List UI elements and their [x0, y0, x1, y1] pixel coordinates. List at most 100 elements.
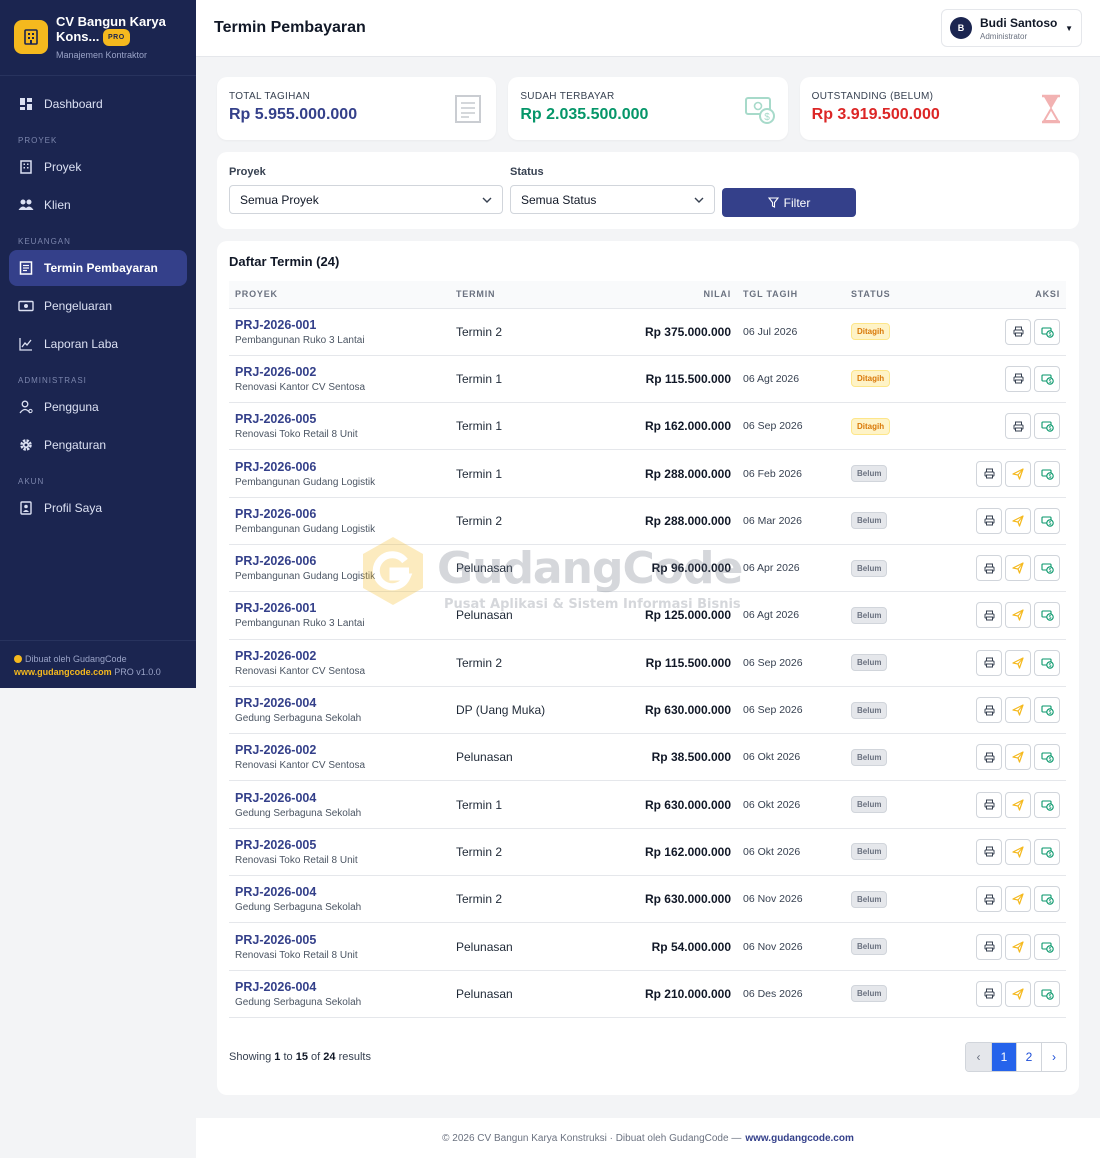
sidebar-item-proyek[interactable]: Proyek — [9, 149, 187, 185]
print-button[interactable] — [976, 933, 1002, 960]
print-button[interactable] — [976, 791, 1002, 818]
record-payment-button[interactable]: $ — [1034, 460, 1060, 487]
project-code-link[interactable]: PRJ-2026-004 — [235, 885, 456, 899]
send-invoice-button[interactable] — [1005, 697, 1031, 724]
record-payment-button[interactable]: $ — [1034, 791, 1060, 818]
record-payment-button[interactable]: $ — [1034, 365, 1060, 392]
cell-status: Ditagih — [851, 355, 951, 404]
sidebar-item-pengeluaran[interactable]: Pengeluaran — [9, 288, 187, 324]
cell-nilai: Rp 210.000.000 — [606, 970, 731, 1018]
print-button[interactable] — [1005, 365, 1031, 392]
sidebar-item-profil[interactable]: Profil Saya — [9, 490, 187, 526]
record-payment-button[interactable]: $ — [1034, 602, 1060, 629]
record-payment-button[interactable]: $ — [1034, 980, 1060, 1007]
print-button[interactable] — [976, 507, 1002, 534]
pagination-page-2[interactable]: 2 — [1016, 1042, 1041, 1071]
cell-proyek: PRJ-2026-004 Gedung Serbaguna Sekolah — [229, 970, 456, 1018]
footer-link[interactable]: www.gudangcode.com — [745, 1133, 854, 1144]
sidebar-item-pengguna[interactable]: Pengguna — [9, 389, 187, 425]
sidebar-item-laporan[interactable]: Laporan Laba — [9, 326, 187, 362]
record-payment-button[interactable]: $ — [1034, 933, 1060, 960]
record-payment-button[interactable]: $ — [1034, 318, 1060, 345]
project-code-link[interactable]: PRJ-2026-006 — [235, 460, 456, 474]
project-code-link[interactable]: PRJ-2026-001 — [235, 601, 456, 615]
record-payment-button[interactable]: $ — [1034, 744, 1060, 771]
table-title: Daftar Termin (24) — [229, 254, 340, 269]
sidebar-item-dashboard[interactable]: Dashboard — [9, 86, 187, 122]
print-button[interactable] — [976, 744, 1002, 771]
avatar: B — [950, 17, 972, 39]
project-code-link[interactable]: PRJ-2026-005 — [235, 412, 456, 426]
project-code-link[interactable]: PRJ-2026-004 — [235, 791, 456, 805]
brand[interactable]: CV Bangun Karya Kons... PRO Manajemen Ko… — [0, 0, 196, 76]
send-invoice-button[interactable] — [1005, 980, 1031, 1007]
site-link[interactable]: www.gudangcode.com — [14, 667, 112, 677]
project-name: Gedung Serbaguna Sekolah — [235, 713, 362, 725]
paper-plane-icon — [1012, 940, 1024, 953]
send-invoice-button[interactable] — [1005, 602, 1031, 629]
status-select[interactable]: Semua Status — [510, 185, 715, 214]
print-button[interactable] — [976, 460, 1002, 487]
record-payment-button[interactable]: $ — [1034, 507, 1060, 534]
sidebar-item-klien[interactable]: Klien — [9, 187, 187, 223]
project-code-link[interactable]: PRJ-2026-004 — [235, 696, 456, 710]
project-code-link[interactable]: PRJ-2026-004 — [235, 980, 456, 994]
send-invoice-button[interactable] — [1005, 744, 1031, 771]
pagination-next[interactable]: › — [1041, 1042, 1066, 1071]
proyek-select[interactable]: Semua Proyek — [229, 185, 503, 214]
record-payment-button[interactable]: $ — [1034, 838, 1060, 865]
record-payment-button[interactable]: $ — [1034, 555, 1060, 582]
project-code-link[interactable]: PRJ-2026-006 — [235, 554, 456, 568]
send-invoice-button[interactable] — [1005, 791, 1031, 818]
cell-tgl-tagih: 06 Okt 2026 — [731, 828, 851, 877]
svg-text:$: $ — [1048, 568, 1051, 574]
send-invoice-button[interactable] — [1005, 933, 1031, 960]
project-code-link[interactable]: PRJ-2026-002 — [235, 743, 456, 757]
print-button[interactable] — [1005, 413, 1031, 440]
send-invoice-button[interactable] — [1005, 886, 1031, 913]
project-code-link[interactable]: PRJ-2026-001 — [235, 318, 456, 332]
user-menu[interactable]: B Budi Santoso Administrator ▼ — [941, 9, 1082, 47]
print-button[interactable] — [976, 697, 1002, 724]
record-payment-button[interactable]: $ — [1034, 886, 1060, 913]
sidebar-item-termin[interactable]: Termin Pembayaran — [9, 250, 187, 286]
project-code-link[interactable]: PRJ-2026-002 — [235, 365, 456, 379]
money-check-icon: $ — [744, 97, 775, 124]
status-badge: Belum — [851, 796, 888, 814]
project-code-link[interactable]: PRJ-2026-002 — [235, 649, 456, 663]
cell-tgl-tagih: 06 Sep 2026 — [731, 402, 851, 451]
svg-text:$: $ — [1048, 663, 1051, 669]
project-code-link[interactable]: PRJ-2026-005 — [235, 933, 456, 947]
record-payment-button[interactable]: $ — [1034, 697, 1060, 724]
print-button[interactable] — [976, 649, 1002, 676]
paper-plane-icon — [1012, 893, 1024, 905]
project-code-link[interactable]: PRJ-2026-006 — [235, 507, 456, 521]
print-button[interactable] — [976, 602, 1002, 629]
send-invoice-button[interactable] — [1005, 460, 1031, 487]
record-payment-button[interactable]: $ — [1034, 649, 1060, 676]
cell-proyek: PRJ-2026-004 Gedung Serbaguna Sekolah — [229, 686, 456, 735]
print-button[interactable] — [976, 980, 1002, 1007]
print-button[interactable] — [976, 886, 1002, 913]
send-invoice-button[interactable] — [1005, 507, 1031, 534]
print-button[interactable] — [976, 555, 1002, 582]
send-invoice-button[interactable] — [1005, 555, 1031, 582]
status-badge: Belum — [851, 701, 888, 719]
send-invoice-button[interactable] — [1005, 649, 1031, 676]
project-code-link[interactable]: PRJ-2026-005 — [235, 838, 456, 852]
cell-tgl-tagih: 06 Nov 2026 — [731, 922, 851, 971]
filter-button[interactable]: Filter — [722, 188, 856, 217]
send-invoice-button[interactable] — [1005, 838, 1031, 865]
print-button[interactable] — [976, 838, 1002, 865]
svg-text:$: $ — [1048, 947, 1051, 953]
pagination-prev[interactable]: ‹ — [966, 1042, 991, 1071]
pagination-page-1[interactable]: 1 — [991, 1042, 1016, 1071]
table-row: PRJ-2026-002 Renovasi Kantor CV Sentosa Te… — [229, 355, 1066, 404]
project-name: Renovasi Kantor CV Sentosa — [235, 665, 366, 677]
cell-aksi: $ — [951, 449, 1066, 498]
sidebar-item-pengaturan[interactable]: Pengaturan — [9, 427, 187, 463]
status-select-value: Semua Status — [521, 192, 597, 207]
record-payment-button[interactable]: $ — [1034, 413, 1060, 440]
paper-plane-icon — [1012, 609, 1024, 622]
print-button[interactable] — [1005, 318, 1031, 345]
